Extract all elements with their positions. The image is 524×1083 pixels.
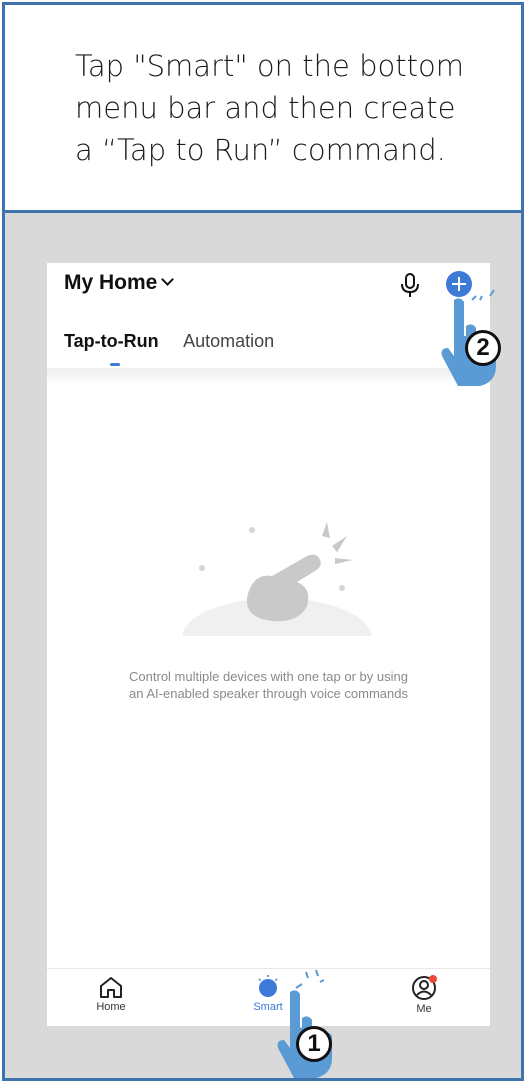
empty-state-text: Control multiple devices with one tap or…	[67, 668, 470, 702]
user-icon	[412, 975, 437, 1000]
scene-tabs: Tap-to-Run Automation	[64, 331, 294, 352]
active-tab-indicator	[110, 363, 120, 366]
app-header: My Home Tap-to-Run Automation	[47, 263, 490, 373]
tap-illustration-icon	[177, 522, 377, 648]
instruction-line-1: Tap "Smart" on the bottom	[75, 49, 464, 83]
bottom-tab-bar: Home Smart Me	[47, 968, 490, 1027]
header-divider	[47, 368, 490, 386]
home-selector[interactable]: My Home	[64, 271, 175, 295]
instruction-frame: Tap "Smart" on the bottom menu bar and t…	[2, 2, 524, 1081]
tap-ripple-icon	[295, 969, 324, 989]
add-scene-button[interactable]	[446, 271, 472, 297]
tap-ripple-icon	[471, 289, 495, 301]
tab-automation[interactable]: Automation	[183, 331, 274, 352]
empty-state-line-2: an AI-enabled speaker through voice comm…	[129, 686, 408, 701]
instruction-line-3: a “Tap to Run” command.	[75, 133, 446, 167]
empty-state-line-1: Control multiple devices with one tap or…	[129, 669, 408, 684]
tabbar-label-home: Home	[96, 1001, 126, 1013]
tabbar-item-home[interactable]: Home	[71, 975, 151, 1013]
tabbar-label-me: Me	[416, 1003, 432, 1015]
home-title: My Home	[64, 271, 158, 294]
step-1-badge: 1	[296, 1026, 332, 1062]
instruction-box: Tap "Smart" on the bottom menu bar and t…	[5, 5, 521, 213]
instruction-line-2: menu bar and then create	[75, 91, 456, 125]
chevron-down-icon	[161, 273, 175, 286]
tab-tap-to-run[interactable]: Tap-to-Run	[64, 331, 159, 352]
house-icon	[100, 977, 122, 998]
phone-screen: My Home Tap-to-Run Automation Control mu…	[47, 263, 490, 1026]
instruction-text: Tap "Smart" on the bottom menu bar and t…	[75, 45, 505, 171]
microphone-icon[interactable]	[399, 272, 421, 298]
tabbar-item-me[interactable]: Me	[384, 975, 464, 1015]
step-2-badge: 2	[465, 330, 501, 366]
